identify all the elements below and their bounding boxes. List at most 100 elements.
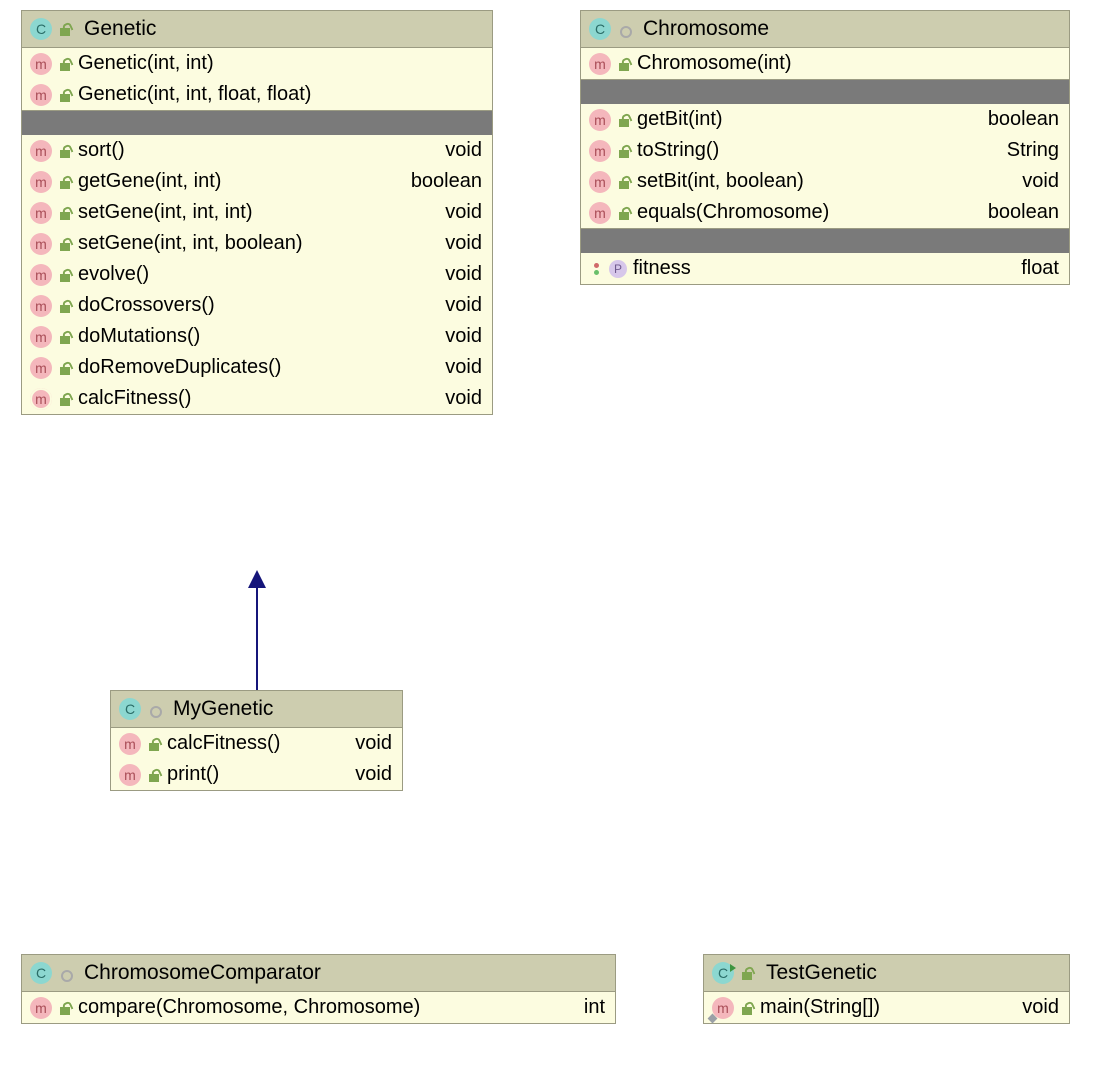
method-icon: m xyxy=(30,140,52,162)
class-icon: C xyxy=(30,18,52,40)
section-divider xyxy=(581,229,1069,253)
return-type: boolean xyxy=(401,170,482,193)
return-type: void xyxy=(435,201,482,224)
method-icon: m xyxy=(589,109,611,131)
return-type: boolean xyxy=(978,108,1059,131)
fields-section: P fitness float xyxy=(581,253,1069,284)
method-row[interactable]: mtoString()String xyxy=(581,135,1069,166)
section-divider xyxy=(22,111,492,135)
method-icon: m xyxy=(30,295,52,317)
method-row[interactable]: mdoRemoveDuplicates()void xyxy=(22,352,492,383)
return-type: void xyxy=(435,139,482,162)
public-icon xyxy=(740,1001,754,1015)
return-type: void xyxy=(1012,170,1059,193)
method-row[interactable]: mevolve()void xyxy=(22,259,492,290)
member-signature: equals(Chromosome) xyxy=(637,201,972,224)
class-icon: C xyxy=(589,18,611,40)
property-badge-icon: P xyxy=(609,260,627,278)
method-icon: m xyxy=(30,233,52,255)
method-row[interactable]: m calcFitness() void xyxy=(22,383,492,414)
method-row[interactable]: mprint()void xyxy=(111,759,402,790)
return-type: float xyxy=(1011,257,1059,280)
class-name-label: MyGenetic xyxy=(167,697,273,721)
public-icon xyxy=(58,392,72,406)
return-type: void xyxy=(435,356,482,379)
member-signature: print() xyxy=(167,763,339,786)
return-type: void xyxy=(435,232,482,255)
method-row[interactable]: m equals(Chromosome) boolean xyxy=(581,197,1069,228)
public-icon xyxy=(58,268,72,282)
member-signature: fitness xyxy=(633,257,1005,280)
public-icon xyxy=(58,88,72,102)
member-signature: sort() xyxy=(78,139,429,162)
method-row[interactable]: m getBit(int) boolean xyxy=(581,104,1069,135)
public-icon xyxy=(58,206,72,220)
member-signature: setBit(int, boolean) xyxy=(637,170,1006,193)
package-private-icon xyxy=(147,702,161,716)
method-row[interactable]: m sort() void xyxy=(22,135,492,166)
method-icon: m xyxy=(119,764,141,786)
class-chromosomecomparator[interactable]: C ChromosomeComparator mcompare(Chromoso… xyxy=(21,954,616,1024)
method-row[interactable]: m setGene(int, int, int) void xyxy=(22,197,492,228)
class-header: C Chromosome xyxy=(581,11,1069,48)
method-row[interactable]: m main(String[]) void xyxy=(704,992,1069,1023)
inheritance-arrow xyxy=(246,570,276,690)
method-row[interactable]: mdoCrossovers()void xyxy=(22,290,492,321)
member-signature: calcFitness() xyxy=(167,732,339,755)
member-signature: setGene(int, int, int) xyxy=(78,201,429,224)
return-type: void xyxy=(1012,996,1059,1019)
class-chromosome[interactable]: C Chromosome m Chromosome(int) m getBit(i… xyxy=(580,10,1070,285)
class-icon: C xyxy=(119,698,141,720)
constructor-row[interactable]: m Chromosome(int) xyxy=(581,48,1069,79)
public-icon xyxy=(617,57,631,71)
class-name-label: TestGenetic xyxy=(760,961,877,985)
class-genetic[interactable]: C Genetic m Genetic(int, int) m Genetic(… xyxy=(21,10,493,415)
method-icon: m xyxy=(30,171,52,193)
method-row[interactable]: msetGene(int, int, boolean)void xyxy=(22,228,492,259)
return-type: void xyxy=(435,263,482,286)
method-row[interactable]: m setBit(int, boolean) void xyxy=(581,166,1069,197)
return-type: void xyxy=(435,325,482,348)
public-icon xyxy=(617,144,631,158)
method-row[interactable]: m calcFitness() void xyxy=(111,728,402,759)
method-icon: m xyxy=(589,202,611,224)
constructor-row[interactable]: m Genetic(int, int) xyxy=(22,48,492,79)
return-type: boolean xyxy=(978,201,1059,224)
class-testgenetic[interactable]: C TestGenetic mmain(String[])void xyxy=(703,954,1070,1024)
return-type: int xyxy=(574,996,605,1019)
member-signature: doRemoveDuplicates() xyxy=(78,356,429,379)
method-icon: m xyxy=(589,140,611,162)
constructor-row[interactable]: m Genetic(int, int, float, float) xyxy=(22,79,492,110)
package-private-icon xyxy=(617,22,631,36)
return-type: void xyxy=(345,732,392,755)
return-type: void xyxy=(435,294,482,317)
public-icon xyxy=(58,175,72,189)
static-method-icon: m xyxy=(712,997,734,1019)
method-icon: m xyxy=(30,53,52,75)
method-row[interactable]: mgetGene(int, int)boolean xyxy=(22,166,492,197)
method-row[interactable]: mdoMutations()void xyxy=(22,321,492,352)
public-icon xyxy=(740,966,754,980)
public-icon xyxy=(58,299,72,313)
public-icon xyxy=(58,330,72,344)
method-row[interactable]: mcompare(Chromosome, Chromosome)int xyxy=(22,992,615,1023)
property-icon xyxy=(589,263,603,275)
method-icon: m xyxy=(30,326,52,348)
field-row[interactable]: P fitness float xyxy=(581,253,1069,284)
class-name-label: Chromosome xyxy=(637,17,769,41)
member-signature: main(String[]) xyxy=(760,996,1006,1019)
member-signature: Genetic(int, int, float, float) xyxy=(78,83,482,106)
method-icon: m xyxy=(30,202,52,224)
member-signature: Genetic(int, int) xyxy=(78,52,482,75)
member-signature: getBit(int) xyxy=(637,108,972,131)
method-icon: m xyxy=(589,53,611,75)
constructors-section: m Chromosome(int) xyxy=(581,48,1069,80)
abstract-method-icon: m xyxy=(30,388,52,410)
class-mygenetic[interactable]: C MyGenetic m calcFitness() void m print() v… xyxy=(110,690,403,791)
method-icon: m xyxy=(119,733,141,755)
package-private-icon xyxy=(58,966,72,980)
return-type: void xyxy=(435,387,482,410)
method-icon: m xyxy=(589,171,611,193)
methods-section: mcompare(Chromosome, Chromosome)int xyxy=(22,992,615,1023)
member-signature: calcFitness() xyxy=(78,387,429,410)
